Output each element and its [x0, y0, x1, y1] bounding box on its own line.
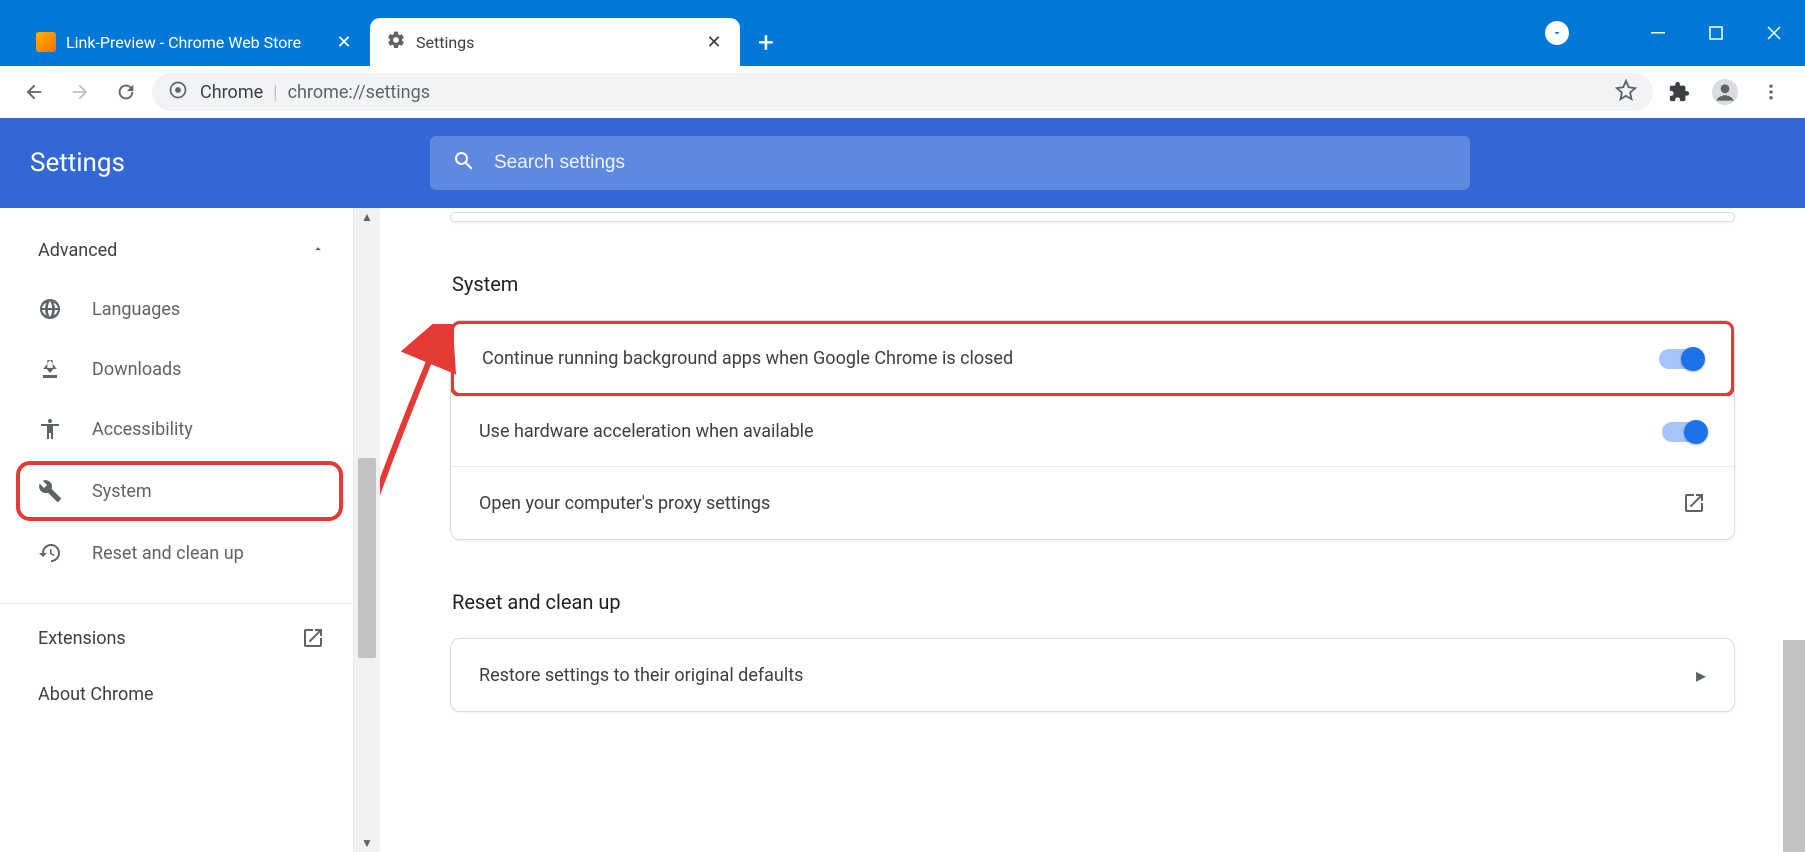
sidebar-item-label: Reset and clean up: [92, 543, 244, 564]
reset-card: Restore settings to their original defau…: [450, 638, 1735, 712]
sidebar-item-label: System: [92, 481, 152, 502]
window-controls: [1545, 0, 1805, 66]
back-button[interactable]: [14, 72, 54, 112]
sidebar-item-label: About Chrome: [38, 684, 154, 705]
toggle-hw-accel[interactable]: [1662, 422, 1706, 442]
tab-link-preview[interactable]: Link-Preview - Chrome Web Store ✕: [20, 18, 370, 66]
external-link-icon: [1682, 491, 1706, 515]
sidebar-section-label: Advanced: [38, 240, 117, 261]
sidebar-item-languages[interactable]: Languages: [0, 279, 353, 339]
sidebar-scrollbar[interactable]: ▲ ▼: [354, 208, 380, 852]
sidebar-section-advanced[interactable]: Advanced: [0, 232, 353, 279]
settings-main: System Continue running background apps …: [380, 208, 1805, 852]
sidebar-item-label: Extensions: [38, 628, 126, 649]
settings-header: Settings: [0, 118, 1805, 208]
window-titlebar: Link-Preview - Chrome Web Store ✕ Settin…: [0, 0, 1805, 66]
search-input[interactable]: [494, 152, 1448, 174]
external-link-icon: [301, 626, 325, 650]
minimize-button[interactable]: [1629, 13, 1687, 53]
tab-title: Link-Preview - Chrome Web Store: [66, 33, 324, 52]
star-icon[interactable]: [1615, 79, 1637, 106]
sidebar-item-extensions[interactable]: Extensions: [0, 604, 353, 672]
extensions-icon[interactable]: [1659, 72, 1699, 112]
url-text: chrome://settings: [288, 82, 430, 103]
setting-label: Continue running background apps when Go…: [482, 348, 1013, 369]
reload-button[interactable]: [106, 72, 146, 112]
webstore-favicon: [36, 32, 56, 52]
sidebar-item-about[interactable]: About Chrome: [0, 672, 353, 727]
restore-icon: [38, 541, 62, 565]
sidebar-item-label: Accessibility: [92, 419, 193, 440]
section-title-reset: Reset and clean up: [452, 590, 1735, 614]
search-settings[interactable]: [430, 136, 1470, 190]
download-icon: [38, 357, 62, 381]
tab-strip: Link-Preview - Chrome Web Store ✕ Settin…: [0, 0, 1545, 66]
url-display: Chrome | chrome://settings: [200, 82, 1603, 103]
previous-card-peek: [450, 212, 1735, 222]
forward-button[interactable]: [60, 72, 100, 112]
scheme-label: Chrome: [200, 82, 263, 103]
menu-icon[interactable]: [1751, 72, 1791, 112]
setting-restore-defaults[interactable]: Restore settings to their original defau…: [451, 639, 1734, 711]
setting-hw-accel: Use hardware acceleration when available: [451, 396, 1734, 466]
system-card: Continue running background apps when Go…: [450, 320, 1735, 540]
new-tab-button[interactable]: +: [746, 18, 786, 66]
page-title: Settings: [30, 148, 410, 178]
browser-toolbar: Chrome | chrome://settings: [0, 66, 1805, 118]
chevron-up-icon: [311, 240, 325, 261]
wrench-icon: [38, 479, 62, 503]
close-icon[interactable]: ✕: [704, 32, 724, 52]
scroll-down-icon[interactable]: ▼: [354, 836, 380, 850]
scroll-up-icon[interactable]: ▲: [354, 210, 380, 224]
section-title-system: System: [452, 272, 1735, 296]
chevron-right-icon: ▸: [1696, 663, 1706, 687]
tab-search-icon[interactable]: [1545, 21, 1569, 45]
settings-sidebar: Advanced Languages Downloads Accessibili…: [0, 208, 354, 852]
search-icon: [452, 149, 476, 177]
gear-icon: [386, 30, 406, 54]
sidebar-item-downloads[interactable]: Downloads: [0, 339, 353, 399]
setting-bg-apps: Continue running background apps when Go…: [450, 320, 1735, 397]
setting-label: Restore settings to their original defau…: [479, 665, 803, 686]
profile-avatar[interactable]: [1705, 72, 1745, 112]
accessibility-icon: [38, 417, 62, 441]
sidebar-item-system[interactable]: System: [16, 461, 343, 521]
sidebar-item-accessibility[interactable]: Accessibility: [0, 399, 353, 459]
close-icon[interactable]: ✕: [334, 32, 354, 52]
scrollbar-thumb[interactable]: [358, 458, 376, 658]
globe-icon: [38, 297, 62, 321]
toggle-bg-apps[interactable]: [1659, 349, 1703, 369]
tab-settings[interactable]: Settings ✕: [370, 18, 740, 66]
setting-label: Open your computer's proxy settings: [479, 493, 770, 514]
setting-proxy[interactable]: Open your computer's proxy settings: [451, 466, 1734, 539]
sidebar-item-label: Downloads: [92, 359, 181, 380]
main-scrollbar-thumb[interactable]: [1783, 640, 1805, 852]
address-bar[interactable]: Chrome | chrome://settings: [152, 73, 1653, 111]
maximize-button[interactable]: [1687, 13, 1745, 53]
close-window-button[interactable]: [1745, 13, 1803, 53]
tab-title: Settings: [416, 33, 694, 52]
sidebar-item-label: Languages: [92, 299, 180, 320]
chrome-icon: [168, 80, 188, 105]
sidebar-item-reset[interactable]: Reset and clean up: [0, 523, 353, 583]
setting-label: Use hardware acceleration when available: [479, 421, 814, 442]
